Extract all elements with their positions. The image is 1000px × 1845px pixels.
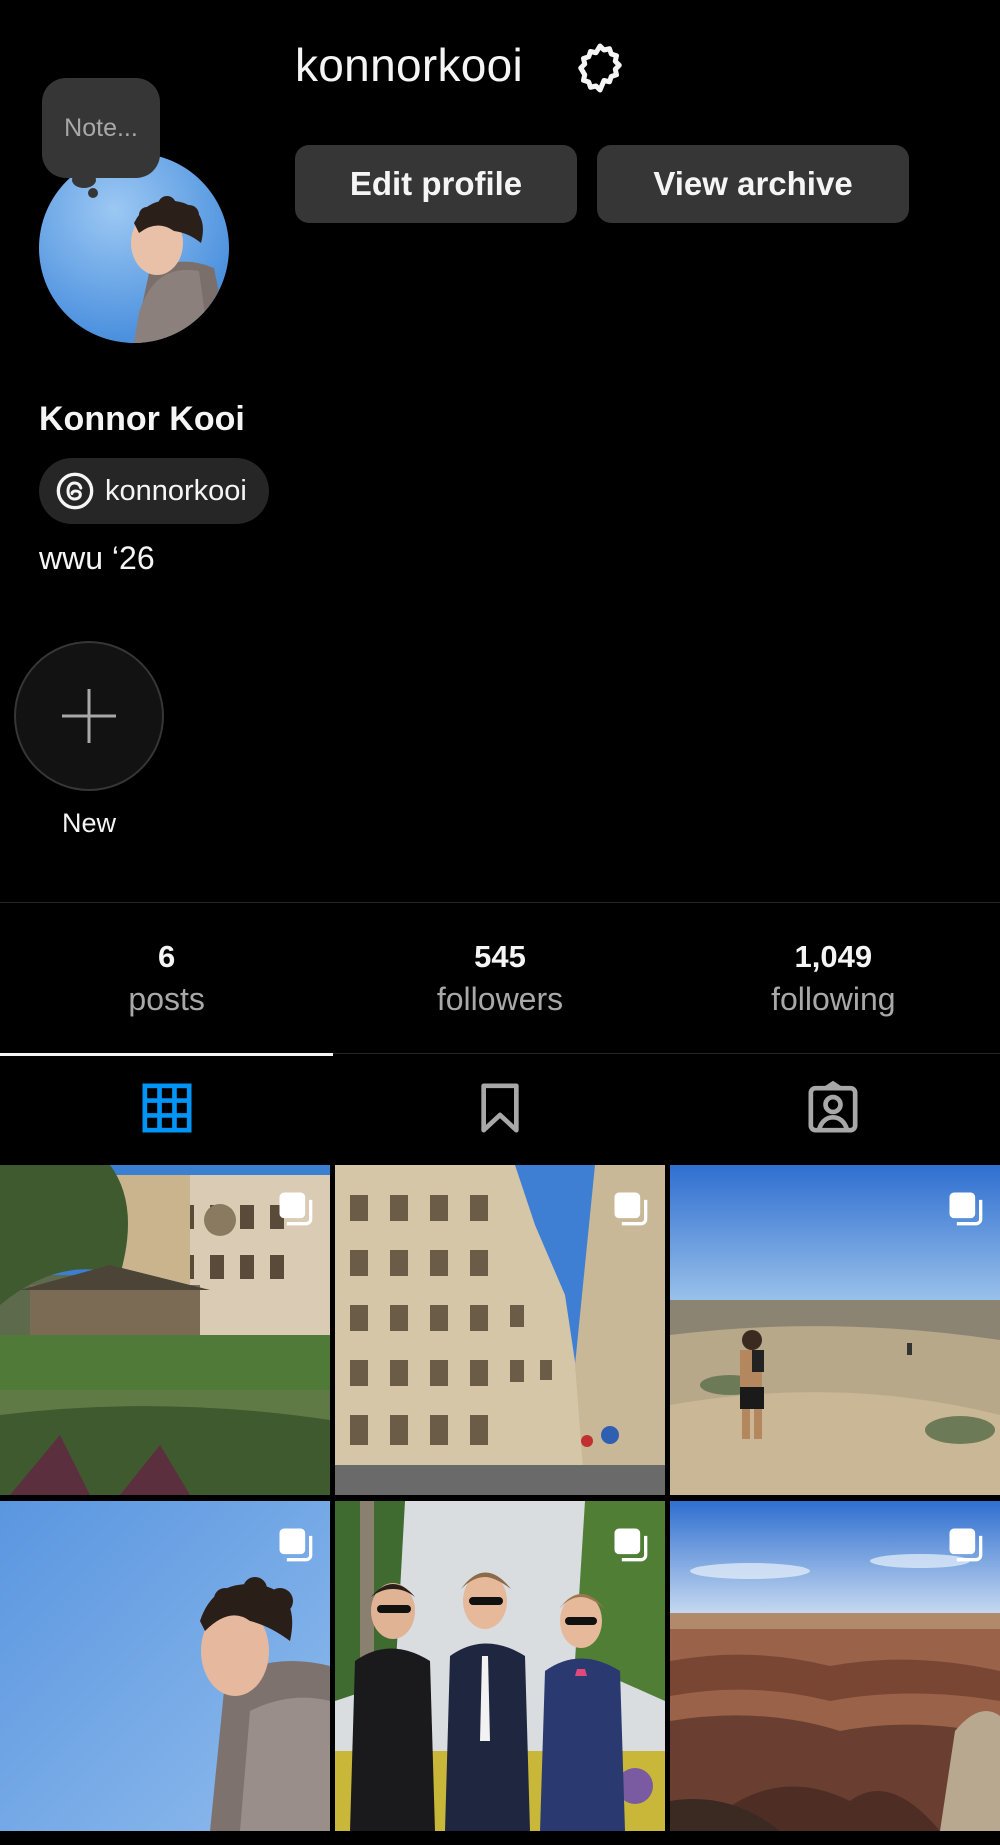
view-archive-button[interactable]: View archive (597, 145, 909, 223)
stat-followers-label: followers (436, 980, 564, 1017)
threads-icon (56, 472, 94, 510)
posts-grid (0, 1165, 1000, 1831)
stat-following-count: 1,049 (794, 938, 873, 974)
profile-username: konnorkooi (295, 39, 524, 91)
post-thumbnail[interactable] (670, 1165, 1000, 1495)
edit-profile-button[interactable]: Edit profile (295, 145, 577, 223)
stat-posts-label: posts (128, 980, 205, 1017)
tab-posts[interactable] (0, 1053, 334, 1163)
stat-following-label: following (771, 980, 896, 1017)
avatar-photo (131, 196, 229, 343)
threads-badge[interactable]: konnorkooi (39, 458, 269, 524)
plus-icon (62, 689, 116, 743)
post-thumbnail[interactable] (0, 1165, 330, 1495)
profile-tabs (0, 1053, 1000, 1163)
profile-bio: wwu ‘26 (39, 540, 155, 576)
profile-full-name: Konnor Kooi (39, 400, 245, 438)
stat-posts: 6 posts (0, 903, 333, 1053)
new-highlight-label: New (61, 808, 116, 838)
stat-followers-count: 545 (474, 938, 526, 974)
post-thumbnail[interactable] (335, 1165, 665, 1495)
profile-stats: 6 posts 545 followers 1,049 following (0, 903, 1000, 1053)
bookmark-icon (481, 1083, 519, 1133)
multi-photo-icon (949, 1192, 983, 1226)
multi-photo-icon (614, 1528, 648, 1562)
post-thumbnail[interactable] (670, 1501, 1000, 1831)
tab-saved[interactable] (333, 1053, 666, 1163)
threads-handle: konnorkooi (105, 474, 247, 507)
grid-icon (142, 1083, 192, 1133)
multi-photo-icon (279, 1192, 313, 1226)
note-bubble-tail (72, 172, 96, 188)
avatar[interactable] (39, 153, 229, 343)
multi-photo-icon (949, 1528, 983, 1562)
settings-gear-icon[interactable] (570, 38, 630, 98)
tagged-icon (808, 1080, 858, 1133)
stat-followers[interactable]: 545 followers (333, 903, 666, 1053)
new-highlight-button[interactable] (14, 641, 164, 791)
multi-photo-icon (614, 1192, 648, 1226)
stat-posts-count: 6 (158, 938, 176, 974)
tab-tagged[interactable] (667, 1053, 1000, 1163)
stat-following[interactable]: 1,049 following (667, 903, 1000, 1053)
post-thumbnail[interactable] (0, 1501, 330, 1831)
post-thumbnail[interactable] (335, 1501, 665, 1831)
note-bubble[interactable]: Note... (42, 78, 160, 178)
note-bubble-tail-dot (88, 188, 98, 198)
multi-photo-icon (279, 1528, 313, 1562)
